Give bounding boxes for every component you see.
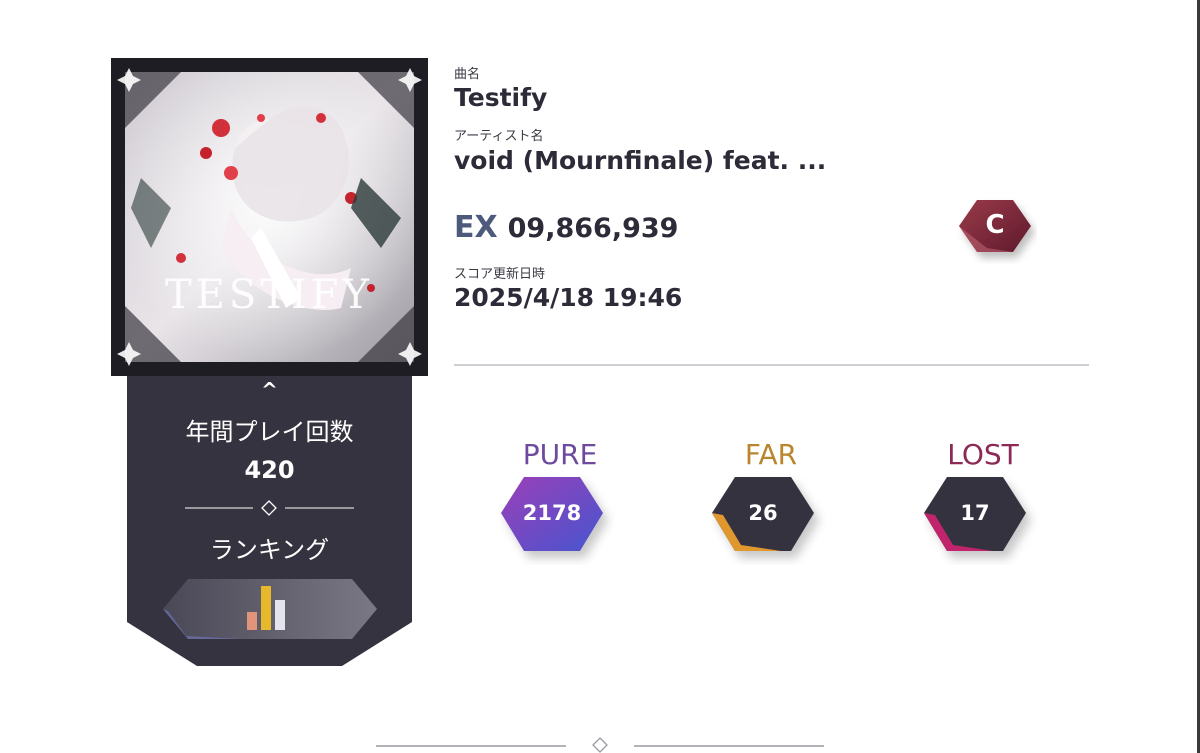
- lost-label: LOST: [947, 438, 1019, 471]
- score-value: 09,866,939: [507, 213, 679, 244]
- song-title-label: 曲名: [454, 67, 481, 82]
- judgement-lost: LOST 17: [913, 438, 1053, 565]
- judgement-far: FAR 26: [701, 438, 841, 565]
- pure-badge: 2178: [500, 475, 620, 565]
- judgement-pure: PURE 2178: [490, 438, 630, 565]
- artist-name: void (Mournfinale) feat. ...: [454, 146, 827, 175]
- grade-letter: C: [985, 210, 1005, 240]
- far-label: FAR: [744, 438, 798, 471]
- diamond-divider-icon: [376, 737, 824, 753]
- lost-badge: 17: [923, 475, 1043, 565]
- score-updated-date: 2025/4/18 19:46: [454, 283, 683, 312]
- song-jacket-image: TESTIFY: [111, 58, 428, 376]
- section-divider: [454, 364, 1089, 366]
- pure-label: PURE: [522, 438, 598, 471]
- diamond-divider-icon: [185, 500, 354, 516]
- far-badge: 26: [711, 475, 831, 565]
- artist-label: アーティスト名: [454, 129, 544, 144]
- score-updated-label: スコア更新日時: [454, 267, 546, 282]
- play-stats-panel: ^ 年間プレイ回数 420 ランキング: [127, 376, 412, 666]
- annual-plays-value: 420: [244, 456, 295, 484]
- annual-plays-label: 年間プレイ回数: [185, 418, 354, 446]
- grade-badge: C: [957, 196, 1037, 264]
- ranking-button[interactable]: [162, 578, 378, 640]
- ranking-label: ランキング: [209, 536, 330, 564]
- jacket-title-art: TESTIFY: [165, 272, 373, 318]
- song-title: Testify: [454, 83, 548, 112]
- lost-count: 17: [960, 501, 990, 525]
- chevron-up-icon[interactable]: ^: [127, 378, 412, 402]
- difficulty-label: EX: [454, 210, 498, 245]
- far-count: 26: [748, 501, 778, 525]
- pure-count: 2178: [522, 501, 582, 525]
- score-row: EX 09,866,939: [454, 210, 678, 245]
